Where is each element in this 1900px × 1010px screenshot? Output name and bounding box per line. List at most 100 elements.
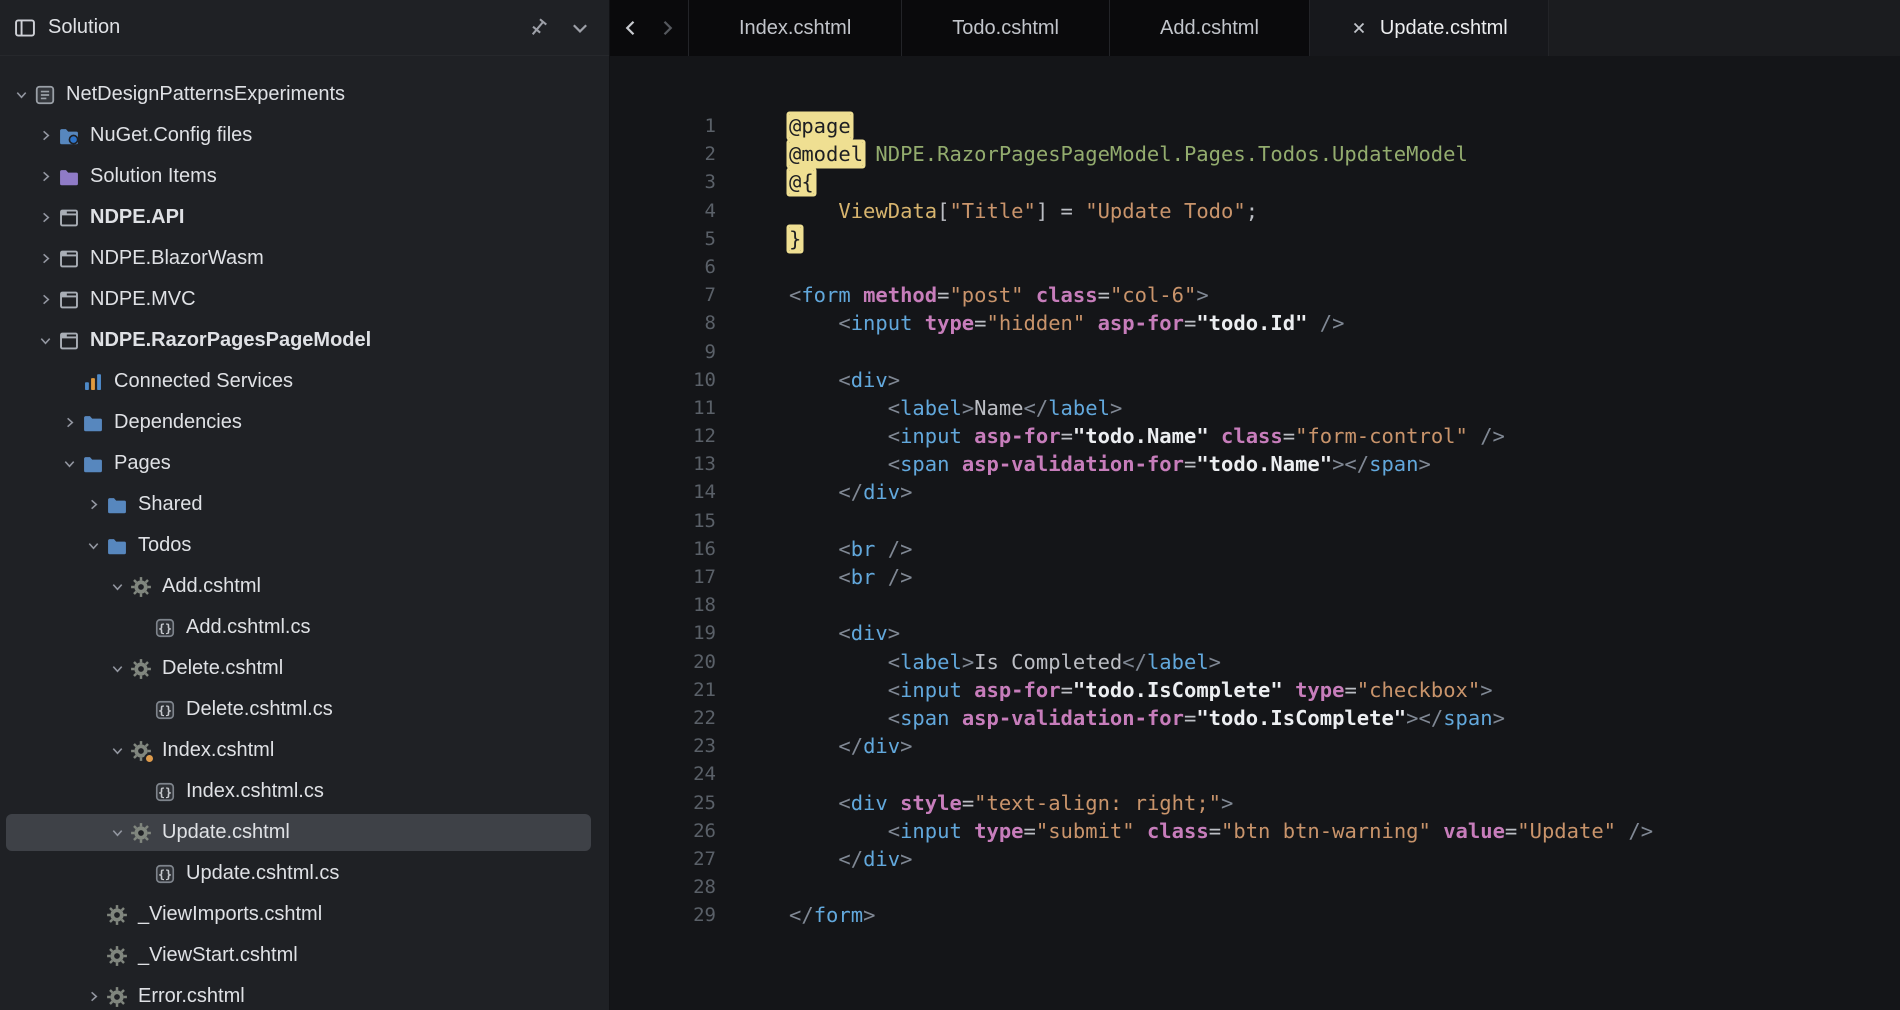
chevron-expanded-icon[interactable] xyxy=(58,453,80,475)
code-line-16[interactable]: 16 <br /> xyxy=(610,535,1900,563)
token-d xyxy=(1307,311,1319,335)
tab-index-cshtml[interactable]: Index.cshtml xyxy=(688,0,901,56)
line-number: 12 xyxy=(610,422,716,450)
tree-item-solution-items[interactable]: Solution Items xyxy=(0,156,609,197)
chevron-collapsed-icon[interactable] xyxy=(82,494,104,516)
tree-item-update-cshtml-cs[interactable]: {}Update.cshtml.cs xyxy=(0,853,609,894)
code-line-9[interactable]: 9 xyxy=(610,338,1900,366)
chevron-expanded-icon[interactable] xyxy=(34,330,56,352)
nav-back-icon[interactable] xyxy=(621,18,641,38)
tree-item-update-cshtml[interactable]: Update.cshtml xyxy=(0,812,609,853)
tree-item-dependencies[interactable]: Dependencies xyxy=(0,402,609,443)
code-line-4[interactable]: 4 ViewData["Title"] = "Update Todo"; xyxy=(610,197,1900,225)
token-p: /> xyxy=(1628,819,1653,843)
chevron-collapsed-icon[interactable] xyxy=(34,125,56,147)
token-str: "hidden" xyxy=(987,311,1086,335)
token-p: </ xyxy=(1024,396,1049,420)
code-line-1[interactable]: 1@page xyxy=(610,112,1900,140)
chevron-collapsed-icon[interactable] xyxy=(34,166,56,188)
code-line-15[interactable]: 15 xyxy=(610,507,1900,535)
code-text: </div> xyxy=(789,732,912,760)
code-line-8[interactable]: 8 <input type="hidden" asp-for="todo.Id"… xyxy=(610,309,1900,337)
hide-tool-window-chevron-icon[interactable] xyxy=(569,17,591,39)
tree-indent xyxy=(0,504,82,505)
code-line-18[interactable]: 18 xyxy=(610,591,1900,619)
nav-forward-icon[interactable] xyxy=(657,18,677,38)
code-line-2[interactable]: 2@model NDPE.RazorPagesPageModel.Pages.T… xyxy=(610,140,1900,168)
chevron-expanded-icon[interactable] xyxy=(106,740,128,762)
line-number: 9 xyxy=(610,338,716,366)
code-text: @{ xyxy=(789,168,814,196)
code-line-19[interactable]: 19 <div> xyxy=(610,619,1900,647)
line-number: 19 xyxy=(610,619,716,647)
tree-item-ndpe-razorpagespagemodel[interactable]: NDPE.RazorPagesPageModel xyxy=(0,320,609,361)
code-text: <div> xyxy=(789,366,900,394)
tree-item-index-cshtml-cs[interactable]: {}Index.cshtml.cs xyxy=(0,771,609,812)
code-line-28[interactable]: 28 xyxy=(610,873,1900,901)
code-line-29[interactable]: 29</form> xyxy=(610,901,1900,929)
code-line-22[interactable]: 22 <span asp-validation-for="todo.IsComp… xyxy=(610,704,1900,732)
tree-item-shared[interactable]: Shared xyxy=(0,484,609,525)
tree-item-label: Add.cshtml.cs xyxy=(186,616,310,639)
tab-add-cshtml[interactable]: Add.cshtml xyxy=(1109,0,1309,56)
chevron-expanded-icon[interactable] xyxy=(82,535,104,557)
code-line-26[interactable]: 26 <input type="submit" class="btn btn-w… xyxy=(610,817,1900,845)
chevron-collapsed-icon[interactable] xyxy=(58,412,80,434)
token-tag: div xyxy=(863,480,900,504)
tab-update-cshtml[interactable]: Update.cshtml xyxy=(1309,0,1548,56)
chevron-expanded-icon[interactable] xyxy=(106,658,128,680)
code-line-27[interactable]: 27 </div> xyxy=(610,845,1900,873)
tab-todo-cshtml[interactable]: Todo.cshtml xyxy=(901,0,1109,56)
tree-item-todos[interactable]: Todos xyxy=(0,525,609,566)
chevron-collapsed-icon[interactable] xyxy=(34,248,56,270)
chevron-expanded-icon[interactable] xyxy=(106,822,128,844)
tree-item-netdesignpatternsexperiments[interactable]: NetDesignPatternsExperiments xyxy=(0,74,609,115)
tree-item-pages[interactable]: Pages xyxy=(0,443,609,484)
code-line-5[interactable]: 5} xyxy=(610,225,1900,253)
token-p: > xyxy=(962,650,974,674)
pin-icon[interactable] xyxy=(527,17,549,39)
tree-item-add-cshtml[interactable]: Add.cshtml xyxy=(0,566,609,607)
tree-item-error-cshtml[interactable]: Error.cshtml xyxy=(0,976,609,1010)
tree-item-viewstart-cshtml[interactable]: _ViewStart.cshtml xyxy=(0,935,609,976)
code-line-12[interactable]: 12 <input asp-for="todo.Name" class="for… xyxy=(610,422,1900,450)
code-line-25[interactable]: 25 <div style="text-align: right;"> xyxy=(610,789,1900,817)
code-line-7[interactable]: 7<form method="post" class="col-6"> xyxy=(610,281,1900,309)
chevron-expanded-icon[interactable] xyxy=(106,576,128,598)
tree-item-nuget-config-files[interactable]: NuGet.Config files xyxy=(0,115,609,156)
code-text: @page xyxy=(789,112,851,140)
code-line-3[interactable]: 3@{ xyxy=(610,168,1900,196)
chevron-collapsed-icon[interactable] xyxy=(82,986,104,1008)
code-editor[interactable]: 1@page2@model NDPE.RazorPagesPageModel.P… xyxy=(610,56,1900,1010)
code-line-11[interactable]: 11 <label>Name</label> xyxy=(610,394,1900,422)
code-line-21[interactable]: 21 <input asp-for="todo.IsComplete" type… xyxy=(610,676,1900,704)
tree-item-index-cshtml[interactable]: Index.cshtml xyxy=(0,730,609,771)
token-tag: input xyxy=(900,424,962,448)
modified-badge xyxy=(144,753,155,764)
chevron-collapsed-icon[interactable] xyxy=(34,207,56,229)
code-line-10[interactable]: 10 <div> xyxy=(610,366,1900,394)
tab-close-icon[interactable] xyxy=(1350,19,1368,37)
tree-item-delete-cshtml[interactable]: Delete.cshtml xyxy=(0,648,609,689)
tree-item-viewimports-cshtml[interactable]: _ViewImports.cshtml xyxy=(0,894,609,935)
tree-item-delete-cshtml-cs[interactable]: {}Delete.cshtml.cs xyxy=(0,689,609,730)
code-line-20[interactable]: 20 <label>Is Completed</label> xyxy=(610,648,1900,676)
token-attr: value xyxy=(1443,819,1505,843)
code-line-6[interactable]: 6 xyxy=(610,253,1900,281)
chevron-collapsed-icon[interactable] xyxy=(34,289,56,311)
line-number: 2 xyxy=(610,140,716,168)
token-tag: form xyxy=(814,903,863,927)
token-p: > xyxy=(962,396,974,420)
tree-item-add-cshtml-cs[interactable]: {}Add.cshtml.cs xyxy=(0,607,609,648)
code-line-13[interactable]: 13 <span asp-validation-for="todo.Name">… xyxy=(610,450,1900,478)
tree-item-ndpe-blazorwasm[interactable]: NDPE.BlazorWasm xyxy=(0,238,609,279)
tree-item-ndpe-api[interactable]: NDPE.API xyxy=(0,197,609,238)
code-line-23[interactable]: 23 </div> xyxy=(610,732,1900,760)
token-tag: label xyxy=(1048,396,1110,420)
tree-item-ndpe-mvc[interactable]: NDPE.MVC xyxy=(0,279,609,320)
tree-item-connected-services[interactable]: Connected Services xyxy=(0,361,609,402)
code-line-14[interactable]: 14 </div> xyxy=(610,478,1900,506)
code-line-24[interactable]: 24 xyxy=(610,760,1900,788)
code-line-17[interactable]: 17 <br /> xyxy=(610,563,1900,591)
chevron-expanded-icon[interactable] xyxy=(10,84,32,106)
